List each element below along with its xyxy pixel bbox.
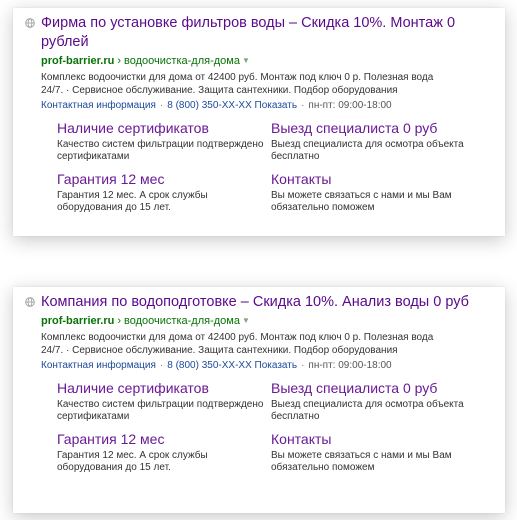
ad-title-row: Фирма по установке фильтров воды – Скидк… — [25, 14, 493, 52]
url-separator: › — [117, 315, 122, 327]
sitelink: Выезд специалиста 0 руб Выезд специалист… — [271, 380, 471, 423]
sitelink-title[interactable]: Гарантия 12 мес — [57, 171, 271, 188]
dot-separator: · — [301, 360, 305, 371]
working-hours: пн-пт: 09:00-18:00 — [308, 100, 392, 111]
sitelink-desc: Качество систем фильтрации подтверждено … — [57, 139, 264, 162]
triangle-down-icon[interactable]: ▼ — [242, 56, 250, 65]
url-separator: › — [117, 55, 122, 67]
show-phone-link[interactable]: Показать — [255, 100, 298, 111]
sitelink-title[interactable]: Контакты — [271, 171, 471, 188]
sitelink: Гарантия 12 мес Гарантия 12 мес. А срок … — [57, 171, 271, 214]
ad-url-row: prof-barrier.ru › водоочистка-для-дома ▼ — [25, 53, 493, 69]
sitelink: Наличие сертификатов Качество систем фил… — [57, 380, 271, 423]
sitelink-desc: Гарантия 12 мес. А срок службы оборудова… — [57, 450, 208, 473]
sitelink-title[interactable]: Гарантия 12 мес — [57, 431, 271, 448]
ad-path-link[interactable]: водоочистка-для-дома — [124, 55, 240, 67]
ad-title-link[interactable]: Компания по водоподготовке – Скидка 10%.… — [41, 294, 469, 310]
show-phone-link[interactable]: Показать — [255, 360, 298, 371]
phone-number[interactable]: 8 (800) 350-XX-XX — [167, 100, 252, 111]
globe-icon — [25, 18, 35, 28]
sitelink-desc: Выезд специалиста для осмотра объекта бе… — [271, 399, 464, 422]
ad-card: Фирма по установке фильтров воды – Скидк… — [13, 8, 505, 236]
ad-domain-link[interactable]: prof-barrier.ru — [41, 55, 114, 67]
globe-icon — [25, 297, 35, 307]
ad-contacts-row: Контактная информация · 8 (800) 350-XX-XX … — [25, 99, 493, 112]
sitelink: Гарантия 12 мес Гарантия 12 мес. А срок … — [57, 431, 271, 474]
sitelink-title[interactable]: Выезд специалиста 0 руб — [271, 380, 471, 397]
sitelink: Контакты Вы можете связаться с нами и мы… — [271, 171, 471, 214]
triangle-down-icon[interactable]: ▼ — [242, 316, 250, 325]
sitelinks-grid: Наличие сертификатов Качество систем фил… — [25, 380, 493, 474]
sitelink: Наличие сертификатов Качество систем фил… — [57, 120, 271, 163]
sitelink: Выезд специалиста 0 руб Выезд специалист… — [271, 120, 471, 163]
dot-separator: · — [301, 100, 305, 111]
ad-url-row: prof-barrier.ru › водоочистка-для-дома ▼ — [25, 313, 493, 329]
ad-contacts-row: Контактная информация · 8 (800) 350-XX-XX … — [25, 359, 493, 372]
phone-number[interactable]: 8 (800) 350-XX-XX — [167, 360, 252, 371]
dot-separator: · — [159, 100, 164, 111]
sitelink-title[interactable]: Наличие сертификатов — [57, 380, 271, 397]
ad-domain-link[interactable]: prof-barrier.ru — [41, 315, 114, 327]
sitelink-desc: Качество систем фильтрации подтверждено … — [57, 399, 264, 422]
sitelink-title[interactable]: Наличие сертификатов — [57, 120, 271, 137]
sitelink-desc: Вы можете связаться с нами и мы Вам обяз… — [271, 450, 452, 473]
sitelink-desc: Гарантия 12 мес. А срок службы оборудова… — [57, 190, 208, 213]
dot-separator: · — [159, 360, 164, 371]
ad-card: Компания по водоподготовке – Скидка 10%.… — [13, 287, 505, 513]
contact-info-link[interactable]: Контактная информация — [41, 360, 156, 371]
sitelink-desc: Вы можете связаться с нами и мы Вам обяз… — [271, 190, 452, 213]
ad-description: Комплекс водоочистки для дома от 42400 р… — [41, 332, 434, 356]
sitelinks-grid: Наличие сертификатов Качество систем фил… — [25, 120, 493, 214]
ad-title-row: Компания по водоподготовке – Скидка 10%.… — [25, 293, 493, 312]
ad-description: Комплекс водоочистки для дома от 42400 р… — [41, 72, 434, 96]
sitelink-title[interactable]: Контакты — [271, 431, 471, 448]
sitelink-title[interactable]: Выезд специалиста 0 руб — [271, 120, 471, 137]
ad-title-link[interactable]: Фирма по установке фильтров воды – Скидк… — [41, 15, 455, 50]
contact-info-link[interactable]: Контактная информация — [41, 100, 156, 111]
sitelink: Контакты Вы можете связаться с нами и мы… — [271, 431, 471, 474]
sitelink-desc: Выезд специалиста для осмотра объекта бе… — [271, 139, 464, 162]
working-hours: пн-пт: 09:00-18:00 — [308, 360, 392, 371]
ad-path-link[interactable]: водоочистка-для-дома — [124, 315, 240, 327]
